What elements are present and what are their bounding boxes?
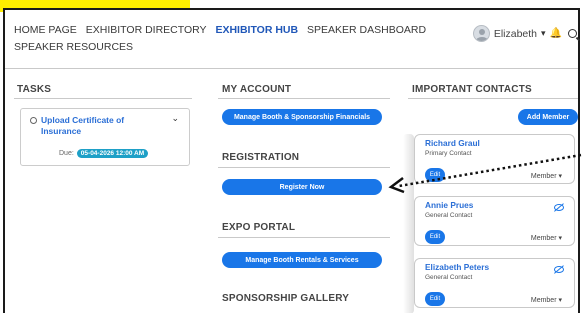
nav-exhibitor-hub[interactable]: EXHIBITOR HUB — [215, 24, 298, 36]
sponsorship-gallery-title: SPONSORSHIP GALLERY — [222, 293, 350, 304]
bell-icon[interactable]: 🔔 — [550, 28, 562, 39]
contact-name[interactable]: Elizabeth Peters — [425, 262, 489, 272]
task-due-label: Due: — [59, 150, 74, 157]
caret-down-icon[interactable]: ▾ — [541, 28, 546, 39]
nav-speaker-resources[interactable]: SPEAKER RESOURCES — [14, 41, 133, 53]
contact-card: Richard Graul Primary Contact Edit Membe… — [414, 134, 575, 184]
expo-portal-title: EXPO PORTAL — [222, 222, 296, 233]
search-icon[interactable] — [568, 29, 577, 38]
eye-slash-icon[interactable] — [554, 266, 564, 273]
contact-role: General Contact — [425, 274, 473, 281]
tasks-title: TASKS — [17, 84, 52, 95]
my-account-divider — [218, 98, 390, 99]
edit-button[interactable]: Edit — [425, 168, 445, 182]
nav-exhibitor-directory[interactable]: EXHIBITOR DIRECTORY — [86, 24, 207, 36]
contact-card: Elizabeth Peters General Contact Edit Me… — [414, 258, 575, 308]
contact-name[interactable]: Richard Graul — [425, 138, 480, 148]
my-account-title: MY ACCOUNT — [222, 84, 292, 95]
contacts-shadow — [403, 134, 414, 313]
top-nav: HOME PAGE EXHIBITOR DIRECTORY EXHIBITOR … — [14, 22, 434, 56]
contact-name[interactable]: Annie Prues — [425, 200, 473, 210]
nav-home[interactable]: HOME PAGE — [14, 24, 77, 36]
task-card[interactable]: Upload Certificate of Insurance ⌄ Due: 0… — [20, 108, 190, 166]
task-due: Due: 05-04-2026 12:00 AM — [59, 149, 149, 158]
member-select[interactable]: Member ▾ — [531, 172, 562, 180]
eye-slash-icon[interactable] — [554, 204, 564, 211]
header-divider — [5, 68, 578, 69]
edit-button[interactable]: Edit — [425, 230, 445, 244]
registration-title: REGISTRATION — [222, 152, 300, 163]
task-checkbox[interactable] — [30, 117, 37, 124]
register-now-button[interactable]: Register Now — [222, 179, 382, 195]
edit-button[interactable]: Edit — [425, 292, 445, 306]
user-name[interactable]: Elizabeth — [494, 28, 537, 40]
user-menu[interactable]: Elizabeth ▾ 🔔 — [472, 25, 577, 42]
manage-booth-rentals-button[interactable]: Manage Booth Rentals & Services — [222, 252, 382, 268]
contact-role: Primary Contact — [425, 150, 472, 157]
task-due-badge: 05-04-2026 12:00 AM — [76, 149, 149, 158]
registration-divider — [218, 167, 390, 168]
important-contacts-title: IMPORTANT CONTACTS — [412, 84, 532, 95]
member-select[interactable]: Member ▾ — [531, 234, 562, 242]
contacts-divider — [408, 98, 578, 99]
contact-card: Annie Prues General Contact Edit Member … — [414, 196, 575, 246]
member-select[interactable]: Member ▾ — [531, 296, 562, 304]
avatar-icon[interactable] — [472, 25, 490, 42]
manage-financials-button[interactable]: Manage Booth & Sponsorship Financials — [222, 109, 382, 125]
expo-portal-divider — [218, 237, 390, 238]
chevron-down-icon[interactable]: ⌄ — [171, 113, 179, 124]
contact-role: General Contact — [425, 212, 473, 219]
task-title[interactable]: Upload Certificate of Insurance — [41, 115, 151, 136]
add-member-button[interactable]: Add Member — [518, 109, 578, 125]
nav-speaker-dashboard[interactable]: SPEAKER DASHBOARD — [307, 24, 426, 36]
tasks-divider — [14, 98, 192, 99]
